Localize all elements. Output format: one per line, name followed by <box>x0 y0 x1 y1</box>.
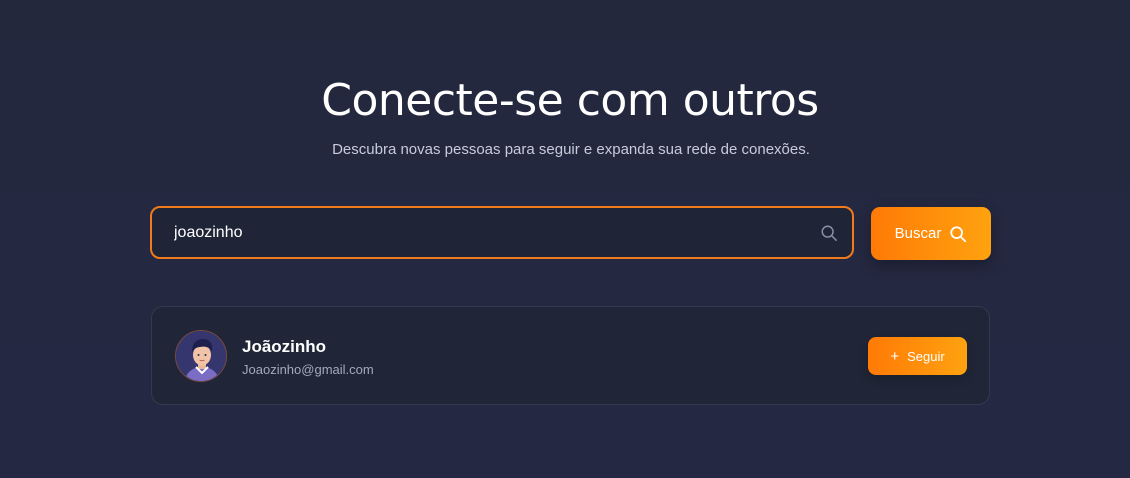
user-result-card: Joãozinho Joaozinho@gmail.com + Seguir <box>151 306 990 405</box>
page-subtitle: Descubra novas pessoas para seguir e exp… <box>332 141 810 158</box>
follow-button-label: Seguir <box>907 348 945 364</box>
avatar <box>175 330 227 382</box>
search-field[interactable] <box>150 206 854 259</box>
search-icon <box>821 225 837 241</box>
search-button-label: Buscar <box>894 225 942 242</box>
search-input[interactable] <box>152 208 852 257</box>
search-icon <box>950 225 967 242</box>
page-title: Conecte-se com outros <box>321 75 819 126</box>
search-button[interactable]: Buscar <box>871 207 991 260</box>
user-email: Joaozinho@gmail.com <box>242 362 374 377</box>
user-name: Joãozinho <box>242 337 327 356</box>
plus-icon: + <box>890 347 900 365</box>
user-avatar-icon <box>176 331 226 381</box>
follow-button[interactable]: + Seguir <box>868 337 967 375</box>
